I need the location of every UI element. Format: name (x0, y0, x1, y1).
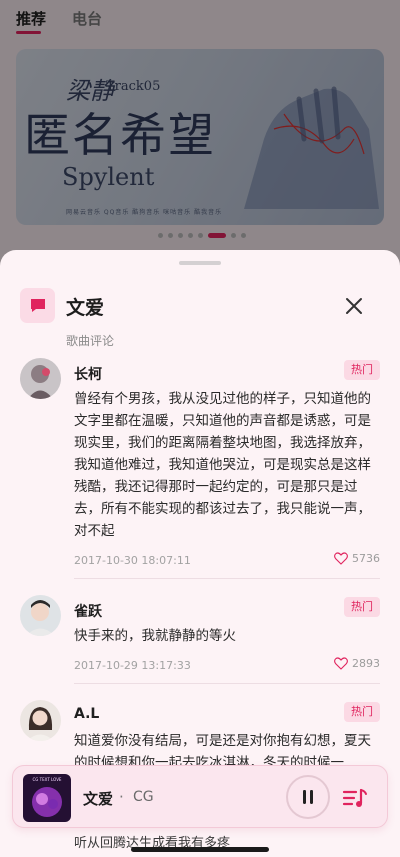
comment-item: 长柯 热门 曾经有个男孩，我从没见过他的样子，只知道他的文字里都在温暖，只知道他… (0, 354, 400, 578)
sheet-title: 文爱 (66, 297, 105, 319)
hot-badge: 热门 (344, 360, 380, 380)
pause-icon (303, 790, 313, 804)
chat-bubble-icon (20, 288, 55, 323)
like-count: 5736 (352, 552, 380, 565)
heart-icon (334, 552, 348, 565)
pause-button[interactable] (286, 775, 330, 819)
avatar[interactable] (20, 700, 61, 741)
home-indicator[interactable] (131, 847, 269, 852)
comment-item: 雀跃 热门 快手来的，我就静静的等火 2017-10-29 13:17:33 2… (0, 591, 400, 683)
like-count: 2893 (352, 657, 380, 670)
comment-list: 长柯 热门 曾经有个男孩，我从没见过他的样子，只知道他的文字里都在温暖，只知道他… (0, 354, 400, 774)
sheet-subtitle: 歌曲评论 (66, 334, 115, 348)
playlist-icon[interactable] (341, 784, 369, 812)
now-playing-title: 文爱 (83, 790, 114, 808)
close-icon[interactable] (342, 294, 366, 318)
avatar[interactable] (20, 358, 61, 399)
now-playing-artist: CG (133, 789, 154, 805)
comment-username[interactable]: A.L (74, 696, 380, 726)
cover-text: CG TEXT LOVE (33, 777, 62, 782)
comment-time: 2017-10-30 18:07:11 (74, 554, 191, 567)
divider (74, 683, 380, 684)
comment-username[interactable]: 雀跃 (74, 591, 380, 621)
hot-badge: 热门 (344, 597, 380, 617)
heart-icon (334, 657, 348, 670)
comment-meta: 2017-10-29 13:17:33 2893 (74, 647, 380, 683)
comment-time: 2017-10-29 13:17:33 (74, 659, 191, 672)
comment-meta: 2017-10-30 18:07:11 5736 (74, 542, 380, 578)
comment-text: 快手来的，我就静静的等火 (74, 628, 236, 644)
like-button[interactable]: 5736 (334, 552, 380, 565)
divider (74, 578, 380, 579)
like-button[interactable]: 2893 (334, 657, 380, 670)
comment-username[interactable]: 长柯 (74, 354, 380, 384)
mini-player[interactable]: CG TEXT LOVE 文爱 · CG (12, 765, 388, 828)
drag-handle[interactable] (179, 261, 221, 265)
hot-badge: 热门 (344, 702, 380, 722)
album-cover[interactable]: CG TEXT LOVE (23, 774, 71, 822)
comment-item: A.L 热门 知道爱你没有结局，可是还是对你抱有幻想，夏天的时候想和你一起去吃冰… (0, 696, 400, 774)
avatar[interactable] (20, 595, 61, 636)
comment-text: 曾经有个男孩，我从没见过他的样子，只知道他的文字里都在温暖，只知道他的声音都是诱… (74, 391, 371, 539)
title-separator: · (119, 788, 124, 806)
